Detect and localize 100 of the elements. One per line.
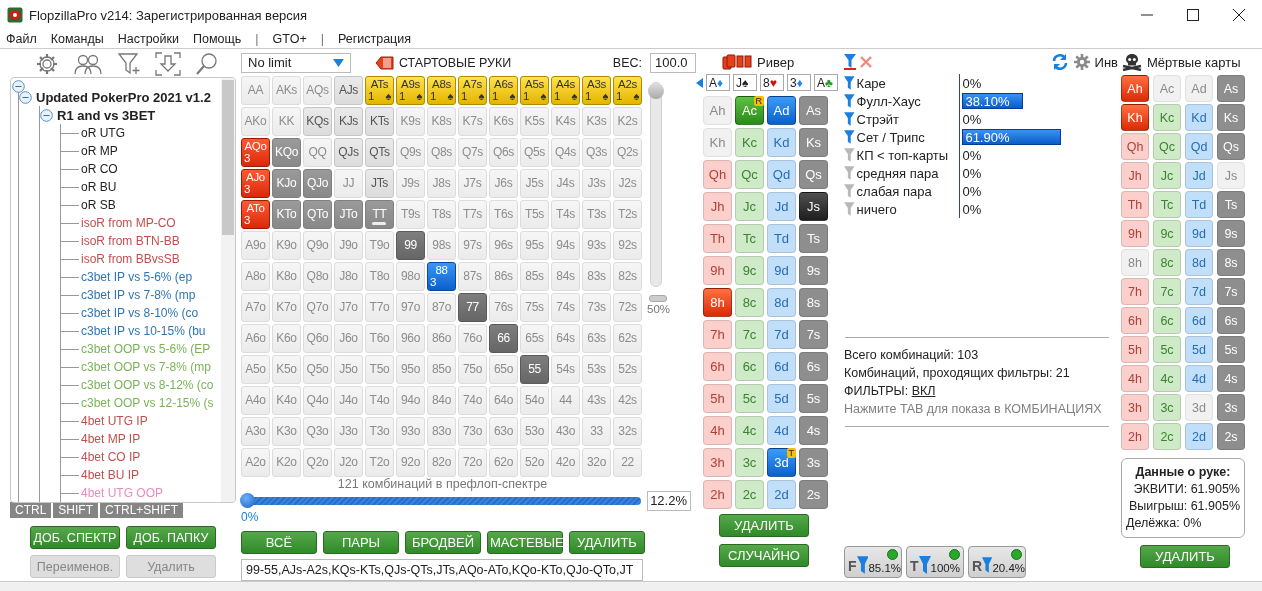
hand-cell[interactable]: AA (241, 75, 270, 105)
hand-cell[interactable]: J9s (396, 168, 425, 198)
card[interactable]: 4h (703, 416, 732, 445)
hand-cell[interactable]: J4o (334, 385, 363, 415)
card[interactable]: Ah (703, 96, 732, 125)
hand-cell[interactable]: 74s (551, 292, 580, 322)
hand-cell[interactable]: 77 (458, 292, 487, 322)
hand-cell[interactable]: 63s (582, 323, 611, 353)
card[interactable]: 6s (799, 352, 828, 381)
card[interactable]: Kd (1185, 104, 1213, 131)
card[interactable]: Ad (767, 96, 796, 125)
filter-label[interactable]: ничего (856, 201, 958, 217)
card[interactable]: 8s (799, 288, 828, 317)
card[interactable]: 2c (735, 480, 764, 509)
card[interactable]: 7s (799, 320, 828, 349)
card[interactable]: Qd (767, 160, 796, 189)
filter-label[interactable]: Каре (856, 75, 958, 91)
card[interactable]: Ks (799, 128, 828, 157)
hand-cell[interactable]: KJo (272, 168, 301, 198)
hand-cell[interactable]: 42s (613, 385, 642, 415)
hand-cell[interactable]: A5s 1 ♠ (520, 75, 549, 105)
hand-cell[interactable]: J7s (458, 168, 487, 198)
hand-cell[interactable]: 92o (396, 447, 425, 477)
hand-cell[interactable]: KTo (272, 199, 301, 229)
hand-cell[interactable]: Q7o (303, 292, 332, 322)
weight-field[interactable]: 100.0 (650, 52, 696, 73)
hand-cell[interactable]: A7o (241, 292, 270, 322)
hand-cell[interactable]: QQ (303, 137, 332, 167)
card[interactable]: Js (799, 192, 828, 221)
card[interactable]: 8d (1185, 249, 1213, 276)
game-dropdown[interactable]: No limit (241, 52, 351, 73)
weight-slider[interactable] (650, 81, 662, 287)
hand-cell[interactable]: 95o (396, 354, 425, 384)
hand-cell[interactable]: A8o (241, 261, 270, 291)
filters-toggle-link[interactable]: ВКЛ (911, 384, 936, 398)
card[interactable]: Jc (1153, 162, 1181, 189)
hand-cell[interactable]: 63o (489, 416, 518, 446)
hand-cell[interactable]: A9s 1 ♠ (396, 75, 425, 105)
card[interactable]: 3c (1153, 394, 1181, 421)
tree-item[interactable]: isoR from BBvsSB (81, 251, 180, 267)
hand-cell[interactable]: T6o (365, 323, 394, 353)
tree-item[interactable]: 4bet MP IP (81, 431, 141, 447)
card[interactable]: 5s (799, 384, 828, 413)
card[interactable]: As (799, 96, 828, 125)
hand-cell[interactable]: 73o (458, 416, 487, 446)
card[interactable]: Kh (703, 128, 732, 157)
panel-button[interactable]: ДОБ. СПЕКТР (30, 526, 120, 549)
hand-cell[interactable]: Q3o (303, 416, 332, 446)
tree-item[interactable]: 4bet CO IP (81, 449, 141, 465)
card[interactable]: Ts (1217, 191, 1245, 218)
hand-cell[interactable]: 62o (489, 447, 518, 477)
hand-cell[interactable]: J5s (520, 168, 549, 198)
settings-icon[interactable] (1072, 53, 1091, 71)
hand-cell[interactable]: K6s (489, 106, 518, 136)
hand-cell[interactable]: 76o (458, 323, 487, 353)
card[interactable]: 8c (1153, 249, 1181, 276)
card[interactable]: Jc (735, 192, 764, 221)
card[interactable]: 9h (1121, 220, 1149, 247)
panel-button[interactable]: ДОБ. ПАПКУ (126, 526, 216, 549)
hand-cell[interactable]: 93s (582, 230, 611, 260)
card[interactable]: 9s (1217, 220, 1245, 247)
card[interactable]: 7c (1153, 278, 1181, 305)
hand-cell[interactable]: A7s 1 ♠ (458, 75, 487, 105)
card[interactable]: Qd (1185, 133, 1213, 160)
hand-cell[interactable]: 75o (458, 354, 487, 384)
card[interactable]: Ts (799, 224, 828, 253)
card[interactable]: 7h (703, 320, 732, 349)
hand-cell[interactable]: AKs (272, 75, 301, 105)
hand-cell[interactable]: T7o (365, 292, 394, 322)
card[interactable]: 7d (767, 320, 796, 349)
hand-cell[interactable]: TT (365, 199, 394, 229)
tree-folder[interactable]: Updated PokerPro 2021 v1.2 (36, 89, 211, 105)
range-button[interactable]: МАСТЕВЫЕ (487, 531, 563, 555)
hand-cell[interactable]: 98o (396, 261, 425, 291)
hand-cell[interactable]: Q4o (303, 385, 332, 415)
card[interactable]: Kc (1153, 104, 1181, 131)
hand-cell[interactable]: 33 (582, 416, 611, 446)
range-button[interactable]: БРОДВЕЙ (405, 531, 481, 555)
card[interactable]: Ac (1153, 75, 1181, 102)
hand-cell[interactable]: 94o (396, 385, 425, 415)
hand-cell[interactable]: K9o (272, 230, 301, 260)
hand-cell[interactable]: Q8o (303, 261, 332, 291)
card[interactable]: 5c (735, 384, 764, 413)
hand-cell[interactable]: T5s (520, 199, 549, 229)
hand-cell[interactable]: J3s (582, 168, 611, 198)
card[interactable]: 9d (767, 256, 796, 285)
card[interactable]: 9s (799, 256, 828, 285)
hand-cell[interactable]: 52s (613, 354, 642, 384)
tree-item[interactable]: c3bet IP vs 10-15% (bu (81, 323, 206, 339)
hand-cell[interactable]: T3o (365, 416, 394, 446)
board-button[interactable]: УДАЛИТЬ (719, 514, 809, 537)
tree-item[interactable]: oR CO (81, 161, 118, 177)
tree-item[interactable]: c3bet OOP vs 12-15% (s (81, 395, 214, 411)
tree-item[interactable]: c3bet IP vs 7-8% (mp (81, 287, 196, 303)
card[interactable]: Kh (1121, 104, 1149, 131)
clear-icon[interactable] (860, 56, 872, 68)
hand-cell[interactable]: 72s (613, 292, 642, 322)
search-icon[interactable] (195, 52, 219, 76)
hand-cell[interactable]: A4o (241, 385, 270, 415)
hand-cell[interactable]: 43o (551, 416, 580, 446)
